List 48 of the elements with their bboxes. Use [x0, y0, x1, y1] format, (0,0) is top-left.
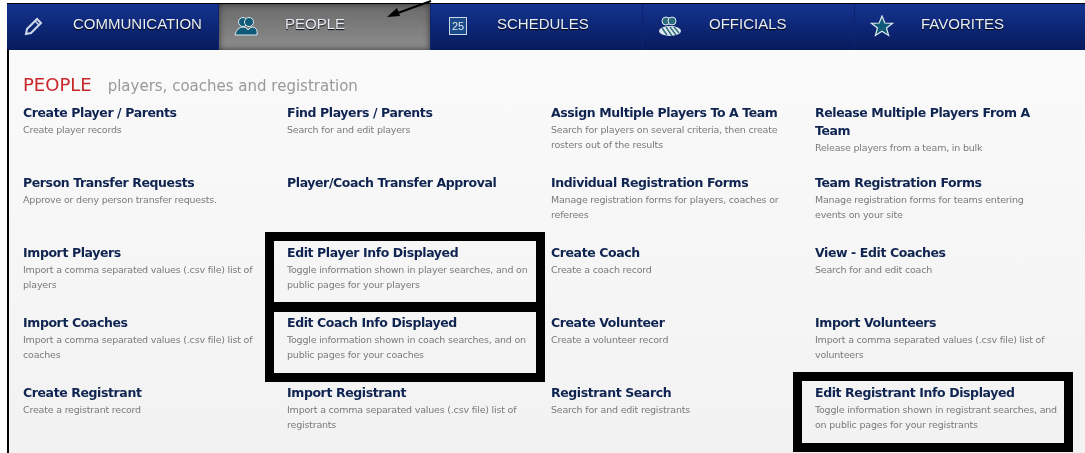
menu-link[interactable]: Create Registrant [23, 384, 265, 402]
link-description: Import a comma separated values (.csv file) list of coaches [23, 333, 254, 362]
link-description: Manage registration forms for players, coaches or referees [551, 193, 780, 222]
link-description: Import a comma separated values (.csv file) list of players [23, 263, 254, 292]
link-description: Import a comma separated values (.csv file) list of volunteers [815, 333, 1046, 362]
section-subtitle: players, coaches and registration [107, 77, 358, 95]
pencil-icon [23, 15, 45, 37]
menu-link[interactable]: Import Volunteers [815, 314, 1057, 332]
nav-tab[interactable]: FAVORITES [855, 4, 1085, 50]
link-description: Toggle information shown in registrant searches, and on public pages for your registrants [815, 403, 1058, 432]
menu-link[interactable]: Player/Coach Transfer Approval [287, 174, 529, 192]
menu-link[interactable]: Import Players [23, 244, 265, 262]
officials-icon [657, 15, 683, 37]
menu-link[interactable]: Edit Registrant Info Displayed [815, 384, 1061, 402]
menu-link[interactable]: Find Players / Parents [287, 104, 529, 122]
people-icon [233, 15, 259, 37]
nav-tab[interactable]: PEOPLE [219, 4, 431, 50]
link-description: Manage registration forms for teams entering events on your site [815, 193, 1025, 222]
menu-link[interactable]: Import Registrant [287, 384, 529, 402]
menu-link[interactable]: Person Transfer Requests [23, 174, 265, 192]
link-description: Create player records [23, 123, 123, 137]
link-description: Approve or deny person transfer requests. [23, 193, 218, 207]
menu-link[interactable]: View - Edit Coaches [815, 244, 1057, 262]
link-description: Release players from a team, in bulk [815, 141, 984, 155]
menu-link[interactable]: Edit Player Info Displayed [287, 244, 533, 262]
section-title: PEOPLE [23, 74, 92, 95]
menu-link[interactable]: Create Volunteer [551, 314, 793, 332]
menu-link[interactable]: Registrant Search [551, 384, 793, 402]
link-description: Toggle information shown in coach searches, and on public pages for your coaches [287, 333, 527, 362]
menu-link[interactable]: Team Registration Forms [815, 174, 1057, 192]
link-description: Create a volunteer record [551, 333, 670, 347]
link-description: Import a comma separated values (.csv file) list of registrants [287, 403, 518, 432]
menu-link[interactable]: Edit Coach Info Displayed [287, 314, 533, 332]
menu-link[interactable]: Create Coach [551, 244, 793, 262]
link-description: Create a registrant record [23, 403, 142, 417]
menu-link[interactable]: Release Multiple Players From A Team [815, 104, 1057, 140]
link-description: Search for and edit players [287, 123, 412, 137]
link-description: Search for players on several criteria, then create rosters out of the results [551, 123, 779, 152]
calendar-icon: 25 [449, 17, 467, 35]
menu-link[interactable]: Create Player / Parents [23, 104, 265, 122]
link-description: Search for and edit coach [815, 263, 933, 277]
menu-link[interactable]: Assign Multiple Players To A Team [551, 104, 793, 122]
link-description: Search for and edit registrants [551, 403, 691, 417]
link-description: Toggle information shown in player searches, and on public pages for your players [287, 263, 529, 292]
star-icon [870, 15, 894, 37]
menu-link[interactable]: Import Coaches [23, 314, 265, 332]
link-description: Create a coach record [551, 263, 653, 277]
menu-link[interactable]: Individual Registration Forms [551, 174, 793, 192]
